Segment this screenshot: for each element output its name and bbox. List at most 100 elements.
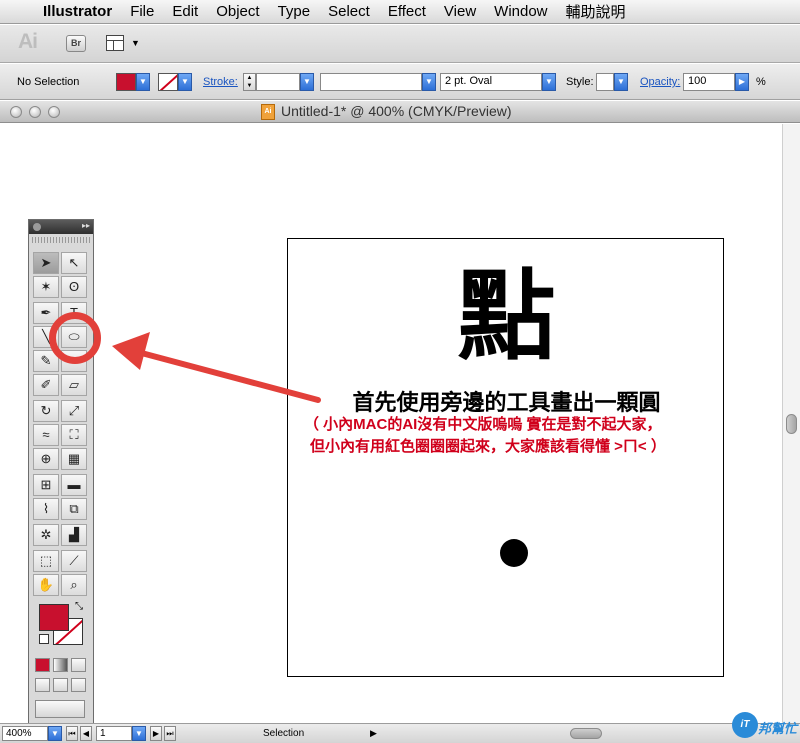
artboard[interactable]: 點 首先使用旁邊的工具畫出一顆圓 （ 小內MAC的AI沒有中文版嗚嗚 實在是對不… <box>287 238 724 677</box>
zoom-window-button[interactable] <box>48 106 60 118</box>
chevron-down-icon: ▼ <box>131 38 140 48</box>
draw-inside-button[interactable] <box>71 678 86 692</box>
menu-select[interactable]: Select <box>319 3 379 20</box>
mesh-tool-icon[interactable]: ⊞ <box>33 474 59 496</box>
chevron-right-icon[interactable]: ▶ <box>735 73 749 91</box>
selection-status: No Selection <box>17 76 80 88</box>
artboard-note-line-2: 但小內有用紅色圈圈圈起來，大家應該看得懂 >ㄇ< ） <box>310 438 666 455</box>
opacity-label-link[interactable]: Opacity: <box>640 64 680 100</box>
scale-tool-icon[interactable]: ⤢ <box>61 400 87 422</box>
application-bar: Ai Br ▼ <box>0 25 800 63</box>
stroke-weight-input[interactable] <box>256 73 300 91</box>
blend-tool-icon[interactable]: ⧉ <box>61 498 87 520</box>
mac-menubar: Illustrator File Edit Object Type Select… <box>0 0 800 24</box>
menu-object[interactable]: Object <box>207 3 268 20</box>
stroke-weight-stepper[interactable]: ▲ ▼ <box>243 73 256 91</box>
menu-effect[interactable]: Effect <box>379 3 435 20</box>
first-artboard-button[interactable]: ⏮ <box>66 726 78 741</box>
status-menu-arrow-icon[interactable]: ▶ <box>370 726 377 741</box>
chevron-down-icon: ▼ <box>300 73 314 91</box>
vertical-scrollbar[interactable] <box>782 124 800 723</box>
lasso-tool-icon[interactable]: ʘ <box>61 276 87 298</box>
tools-panel: ▸▸ ➤ ↖ ✶ ʘ ✒ T ╲ ⬭ ✎ ✏ ✐ ▱ ↻ ⤢ ≈ ⛶ ⊕ ▦ ⊞… <box>28 219 94 724</box>
blob-brush-tool-icon[interactable]: ✐ <box>33 374 59 396</box>
arrange-documents-button[interactable]: ▼ <box>106 35 140 52</box>
document-title-bar: Ai Untitled-1* @ 400% (CMYK/Preview) <box>0 101 800 123</box>
opacity-input[interactable]: 100 <box>683 73 735 91</box>
next-artboard-button[interactable]: ▶ <box>150 726 162 741</box>
vertical-scroll-thumb[interactable] <box>786 414 797 434</box>
eyedropper-tool-icon[interactable]: ⌇ <box>33 498 59 520</box>
close-window-button[interactable] <box>10 106 22 118</box>
free-transform-tool-icon[interactable]: ⛶ <box>61 424 87 446</box>
menu-app-name[interactable]: Illustrator <box>34 3 121 20</box>
symbol-sprayer-tool-icon[interactable]: ✲ <box>33 524 59 546</box>
collapse-panel-icon[interactable]: ▸▸ <box>82 221 90 230</box>
menu-window[interactable]: Window <box>485 3 556 20</box>
chevron-down-icon: ▼ <box>542 73 556 91</box>
menu-view[interactable]: View <box>435 3 485 20</box>
swap-fill-stroke-icon[interactable]: ⤡ <box>75 601 83 612</box>
artboard-tool-icon[interactable]: ⬚ <box>33 550 59 572</box>
menu-edit[interactable]: Edit <box>163 3 207 20</box>
go-to-bridge-button[interactable]: Br <box>66 35 86 52</box>
artboard-number-field[interactable]: 1 <box>96 726 132 741</box>
gradient-tool-icon[interactable]: ▬ <box>61 474 87 496</box>
stroke-none-swatch <box>158 73 178 91</box>
stroke-label-link[interactable]: Stroke: <box>203 64 238 100</box>
annotation-circle <box>49 312 101 364</box>
status-bar: 400% ▼ ⏮ ◀ 1 ▼ ▶ ⏭ Selection ▶ <box>0 723 800 743</box>
previous-artboard-button[interactable]: ◀ <box>80 726 92 741</box>
panel-grip[interactable] <box>32 237 90 243</box>
rotate-tool-icon[interactable]: ↻ <box>33 400 59 422</box>
perspective-grid-tool-icon[interactable]: ▦ <box>61 448 87 470</box>
brush-definition-field[interactable]: 2 pt. Oval <box>440 73 542 91</box>
shape-builder-tool-icon[interactable]: ⊕ <box>33 448 59 470</box>
none-mode-button[interactable] <box>71 658 86 672</box>
close-panel-icon[interactable] <box>33 223 41 231</box>
fill-color-box[interactable] <box>39 604 69 631</box>
draw-behind-button[interactable] <box>53 678 68 692</box>
screen-mode-button[interactable] <box>35 700 85 718</box>
menu-file[interactable]: File <box>121 3 163 20</box>
artboard-dropdown-icon[interactable]: ▼ <box>132 726 146 741</box>
selection-tool-icon[interactable]: ➤ <box>33 252 59 274</box>
warp-tool-icon[interactable]: ≈ <box>33 424 59 446</box>
menu-type[interactable]: Type <box>269 3 320 20</box>
slice-tool-icon[interactable]: ⟋ <box>61 550 87 572</box>
opacity-control[interactable]: 100 ▶ <box>683 64 749 100</box>
zoom-level-field[interactable]: 400% <box>2 726 48 741</box>
variable-width-profile[interactable]: ▼ <box>320 64 436 100</box>
variable-width-field[interactable] <box>320 73 422 91</box>
gradient-mode-button[interactable] <box>53 658 68 672</box>
menu-help[interactable]: 輔助說明 <box>557 1 635 22</box>
default-fill-stroke-icon[interactable] <box>39 634 49 644</box>
color-mode-button[interactable] <box>35 658 50 672</box>
zoom-tool-icon[interactable]: ⌕ <box>61 574 87 596</box>
watermark-text: 邦幫忙 <box>758 721 798 736</box>
direct-selection-tool-icon[interactable]: ↖ <box>61 252 87 274</box>
draw-normal-button[interactable] <box>35 678 50 692</box>
last-artboard-button[interactable]: ⏭ <box>164 726 176 741</box>
stroke-weight-control[interactable]: ▲ ▼ ▼ <box>243 64 314 100</box>
document-title: Untitled-1* @ 400% (CMYK/Preview) <box>281 103 512 119</box>
illustrator-logo: Ai <box>18 30 38 53</box>
fill-color-picker[interactable]: ▼ <box>116 64 150 100</box>
watermark-badge: iT <box>732 712 758 738</box>
eraser-tool-icon[interactable]: ▱ <box>61 374 87 396</box>
ithome-watermark-logo: iT 邦幫忙 <box>732 710 798 740</box>
brush-definition[interactable]: 2 pt. Oval ▼ <box>440 64 556 100</box>
chevron-down-icon: ▼ <box>136 73 150 91</box>
column-graph-tool-icon[interactable]: ▟ <box>61 524 87 546</box>
drawn-circle-shape[interactable] <box>500 539 528 567</box>
hand-tool-icon[interactable]: ✋ <box>33 574 59 596</box>
stroke-color-picker[interactable]: ▼ <box>158 64 192 100</box>
minimize-window-button[interactable] <box>29 106 41 118</box>
fill-swatch <box>116 73 136 91</box>
graphic-style-picker[interactable]: ▼ <box>596 64 628 100</box>
tools-panel-header[interactable]: ▸▸ <box>29 220 93 234</box>
horizontal-scroll-thumb[interactable] <box>570 728 602 739</box>
magic-wand-tool-icon[interactable]: ✶ <box>33 276 59 298</box>
arrange-grid-icon <box>106 35 124 51</box>
zoom-dropdown-icon[interactable]: ▼ <box>48 726 62 741</box>
